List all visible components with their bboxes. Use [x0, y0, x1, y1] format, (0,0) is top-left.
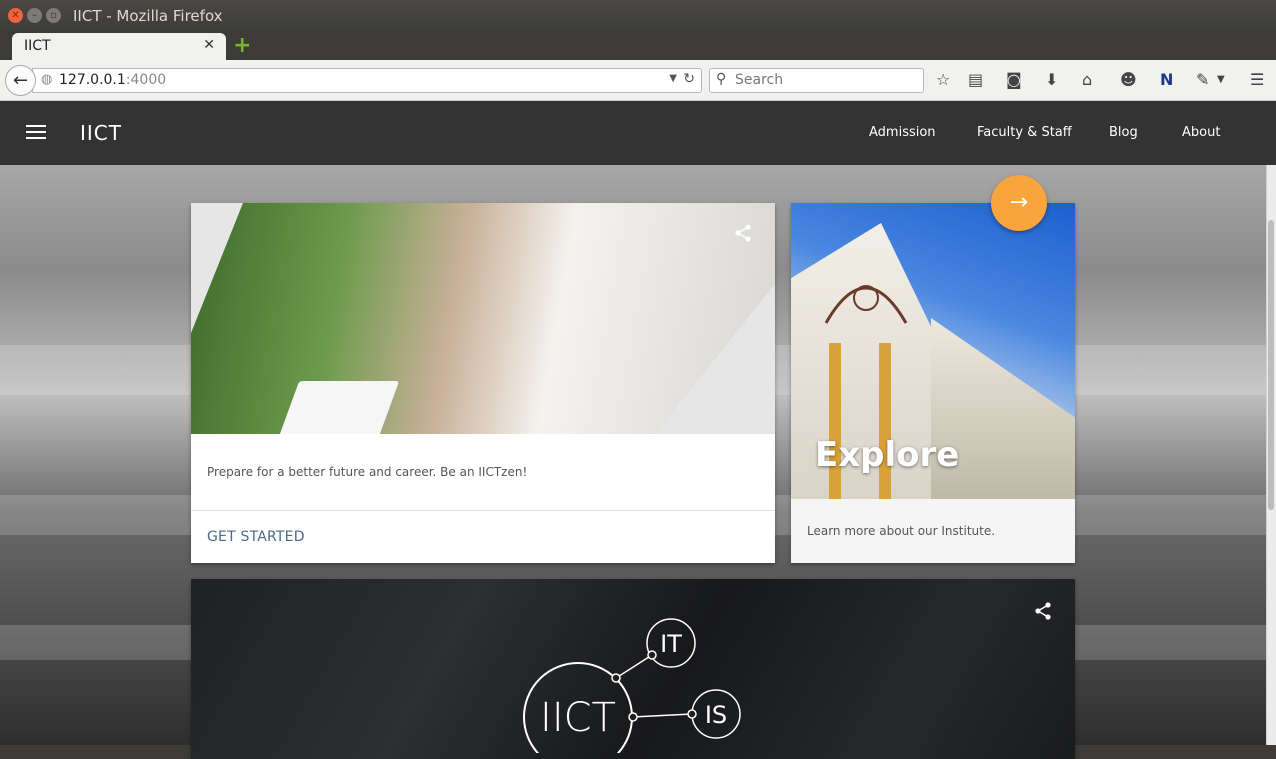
browser-tab[interactable]: IICT ✕ — [12, 33, 226, 61]
tab-close-icon[interactable]: ✕ — [203, 37, 215, 53]
search-input[interactable]: ⚲ Search — [709, 68, 924, 93]
window-title: IICT - Mozilla Firefox — [73, 7, 223, 25]
explore-card[interactable]: Explore Learn more about our Institute. — [791, 203, 1075, 563]
window-minimize-button[interactable]: – — [27, 8, 42, 23]
search-icon: ⚲ — [716, 71, 727, 87]
window-close-button[interactable]: ✕ — [8, 8, 23, 23]
window-titlebar: ✕ – ▫ IICT - Mozilla Firefox — [0, 0, 1276, 33]
share-icon[interactable] — [1033, 601, 1053, 626]
search-placeholder: Search — [735, 72, 784, 88]
url-port: :4000 — [125, 72, 167, 88]
globe-icon: ◍ — [41, 72, 53, 87]
url-host: 127.0.0.1 — [59, 72, 126, 88]
explore-fab-button[interactable]: → — [991, 175, 1047, 231]
home-icon[interactable]: ⌂ — [1082, 70, 1092, 90]
iict-logo-card: IICT IT IS — [191, 579, 1075, 759]
explore-title: Explore — [815, 435, 960, 475]
card-divider — [191, 510, 775, 511]
menu-icon[interactable]: ☰ — [1250, 70, 1264, 90]
url-dropdown-icon[interactable]: ▼ — [669, 73, 677, 84]
browser-toolbar: ◍ 127.0.0.1:4000 ▼ ↻ ← ⚲ Search ☆ ▤ ◙ ⬇ … — [0, 60, 1276, 101]
logo-text-is: IS — [705, 701, 727, 729]
extension-icon[interactable]: ✎ — [1196, 70, 1209, 90]
url-text: 127.0.0.1:4000 — [59, 72, 166, 88]
window-maximize-button[interactable]: ▫ — [46, 8, 61, 23]
bookmark-star-icon[interactable]: ☆ — [936, 70, 950, 90]
explore-description: Learn more about our Institute. — [807, 524, 996, 538]
laptop-image — [278, 381, 400, 434]
students-photo — [191, 203, 775, 434]
new-tab-button[interactable]: + — [233, 35, 251, 57]
nav-admission[interactable]: Admission — [869, 125, 936, 140]
iict-logo: IICT IT IS — [523, 618, 741, 753]
address-bar[interactable]: ◍ 127.0.0.1:4000 ▼ ↻ — [32, 68, 702, 93]
nav-about[interactable]: About — [1182, 125, 1220, 140]
logo-text-iict: IICT — [540, 695, 616, 741]
get-started-button[interactable]: GET STARTED — [207, 529, 305, 545]
reload-icon[interactable]: ↻ — [683, 71, 695, 87]
nav-blog[interactable]: Blog — [1109, 125, 1138, 140]
share-icon[interactable] — [733, 223, 753, 248]
tab-label: IICT — [24, 38, 51, 54]
hamburger-menu-icon[interactable] — [26, 125, 46, 141]
site-brand[interactable]: IICT — [80, 121, 122, 145]
admission-card: Prepare for a better future and career. … — [191, 203, 775, 563]
card-description: Prepare for a better future and career. … — [207, 465, 528, 479]
extension-n-icon[interactable]: N — [1160, 70, 1173, 90]
back-arrow-icon: ← — [12, 70, 29, 91]
nav-faculty-staff[interactable]: Faculty & Staff — [977, 125, 1072, 140]
tab-strip: IICT ✕ + — [0, 33, 1276, 61]
chat-icon[interactable]: ☻ — [1120, 70, 1137, 90]
scrollbar-thumb[interactable] — [1268, 220, 1274, 510]
back-button[interactable]: ← — [5, 65, 36, 96]
logo-text-it: IT — [660, 630, 682, 658]
download-icon[interactable]: ⬇ — [1045, 70, 1058, 90]
reading-list-icon[interactable]: ▤ — [968, 70, 983, 90]
arrow-right-icon: → — [1009, 190, 1029, 215]
pocket-icon[interactable]: ◙ — [1006, 70, 1022, 90]
extension-dropdown-icon[interactable]: ▼ — [1217, 70, 1225, 90]
site-header: IICT Admission Faculty & Staff Blog Abou… — [0, 101, 1276, 165]
